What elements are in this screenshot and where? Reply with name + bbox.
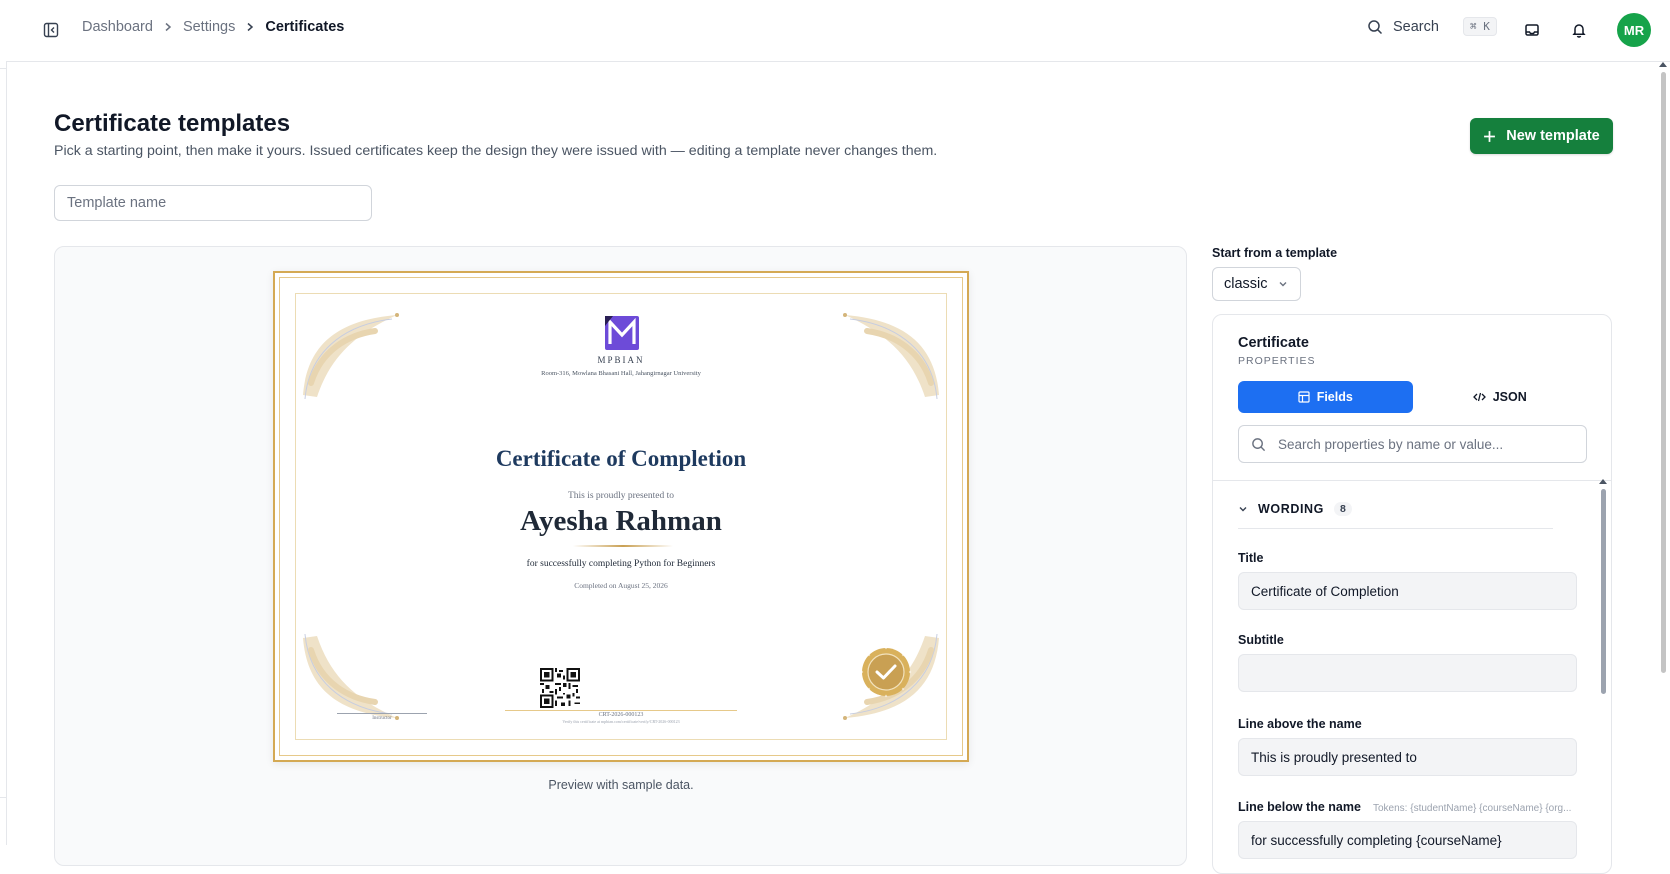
search-label: Search (1393, 18, 1439, 35)
search-icon (1252, 437, 1266, 451)
title-field-label: Title (1238, 551, 1264, 565)
panel-scrollbar[interactable] (1601, 489, 1606, 694)
sidebar-collapse-icon (43, 22, 59, 38)
chevron-right-icon (245, 22, 255, 32)
presented-line: This is proudly presented to (567, 491, 675, 501)
page-scroll-up-arrow[interactable] (1659, 62, 1667, 67)
code-icon (1472, 392, 1486, 402)
qr-code (540, 668, 580, 708)
fields-tab-label: Fields (1316, 390, 1353, 404)
page-scrollbar[interactable] (1661, 72, 1666, 673)
line-below-field[interactable] (1238, 821, 1577, 859)
new-template-button[interactable]: New template (1470, 118, 1613, 154)
plus-icon (1484, 130, 1496, 142)
template-select[interactable]: classic (1212, 267, 1301, 301)
completion-line: for successfully completing Python for B… (526, 559, 716, 569)
line-above-field[interactable] (1238, 738, 1577, 776)
user-avatar[interactable]: MR (1617, 13, 1651, 47)
fields-tab[interactable]: Fields (1238, 381, 1413, 413)
line-above-field-label: Line above the name (1238, 717, 1362, 731)
wording-section-header[interactable]: WORDING 8 (1238, 496, 1553, 529)
page-title: Certificate templates (54, 110, 291, 137)
organization-address: Room-316, Mowlana Bhasani Hall, Jahangir… (541, 370, 701, 377)
chevron-right-icon (163, 22, 173, 32)
property-search (1238, 425, 1587, 463)
global-search-button[interactable]: Search ⌘ K (1367, 17, 1497, 36)
search-icon (1368, 19, 1383, 34)
bell-icon (1572, 24, 1586, 38)
start-template-label: Start from a template (1212, 246, 1338, 260)
search-shortcut-badge: ⌘ K (1462, 17, 1497, 36)
corner-ornament-top-left (303, 313, 399, 400)
rail-divider (0, 797, 6, 798)
properties-title: Certificate (1238, 335, 1309, 351)
breadcrumb-dashboard[interactable]: Dashboard (82, 19, 153, 35)
name-underline (573, 545, 673, 547)
template-select-value: classic (1224, 276, 1268, 292)
subtitle-field-label: Subtitle (1238, 633, 1284, 647)
section-count-badge: 8 (1334, 502, 1352, 516)
student-name: Ayesha Rahman (520, 505, 722, 537)
certificate-preview: MPBIAN Room-316, Mowlana Bhasani Hall, J… (273, 271, 969, 762)
panel-scroll-up-arrow[interactable] (1599, 479, 1607, 484)
section-label: WORDING (1258, 502, 1324, 516)
line-below-field-label: Line below the name (1238, 800, 1361, 814)
layout-icon (1298, 391, 1310, 403)
sidebar-toggle-button[interactable] (40, 19, 62, 41)
token-hint: Tokens: {studentName} {courseName} {org.… (1373, 803, 1572, 814)
certificate-title: Certificate of Completion (495, 446, 747, 471)
chevron-down-icon (1279, 282, 1287, 287)
new-template-label: New template (1506, 128, 1600, 144)
preview-caption: Preview with sample data. (548, 778, 694, 792)
template-name-input[interactable] (54, 185, 372, 221)
json-tab[interactable]: JSON (1413, 381, 1588, 413)
inbox-icon (1525, 24, 1539, 36)
notifications-button[interactable] (1566, 17, 1592, 43)
top-bar: Dashboard Settings Certificates Search ⌘… (6, 0, 1670, 62)
breadcrumb-settings[interactable]: Settings (183, 19, 235, 35)
inbox-button[interactable] (1519, 17, 1545, 43)
view-mode-toggle: Fields JSON (1238, 381, 1587, 413)
property-search-input[interactable] (1276, 435, 1586, 453)
panel-divider (1213, 480, 1611, 481)
breadcrumb-certificates: Certificates (265, 19, 345, 35)
verification-line: Verify this certificate at mpbian.com/ce… (562, 719, 680, 724)
title-field[interactable] (1238, 572, 1577, 610)
properties-panel: Certificate PROPERTIES Fields JSON WORDI… (1212, 314, 1612, 874)
json-tab-label: JSON (1492, 390, 1527, 404)
subtitle-field[interactable] (1238, 654, 1577, 692)
organization-logo (605, 316, 639, 350)
properties-subtitle: PROPERTIES (1238, 355, 1316, 367)
certificate-id: CRT-2026-000123 (275, 710, 967, 718)
app-side-rail (0, 0, 7, 845)
chevron-down-icon (1239, 507, 1247, 512)
page-subtitle: Pick a starting point, then make it your… (54, 143, 938, 159)
breadcrumb: Dashboard Settings Certificates (82, 19, 344, 35)
organization-name: MPBIAN (597, 355, 645, 365)
completion-date: Completed on August 25, 2026 (574, 581, 668, 590)
gold-seal-icon (860, 646, 912, 698)
rail-divider (0, 68, 6, 69)
corner-ornament-top-right (843, 313, 939, 400)
certificate-id-text: CRT-2026-000123 (505, 710, 737, 718)
